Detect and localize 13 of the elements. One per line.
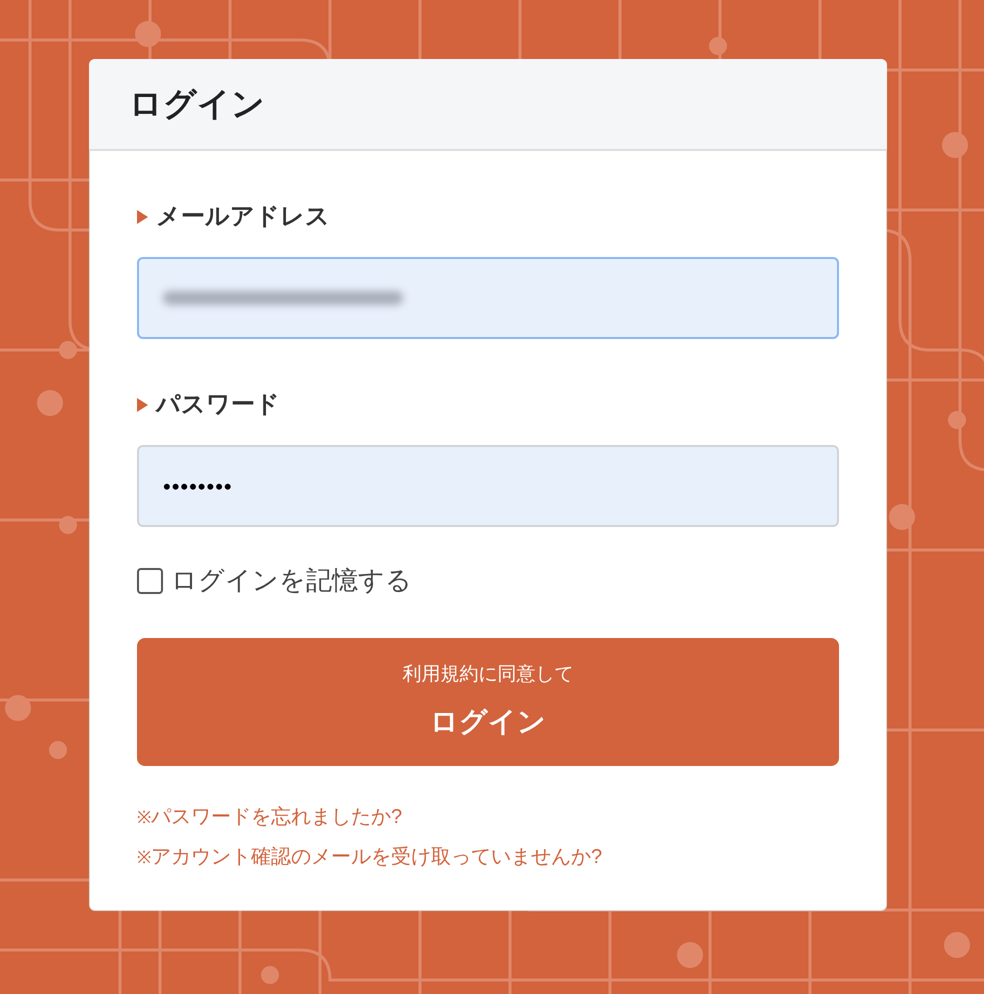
triangle-icon xyxy=(137,398,148,412)
triangle-icon xyxy=(137,210,148,224)
password-field[interactable]: •••••••• xyxy=(137,445,839,527)
field-label: メールアドレス xyxy=(156,202,330,232)
remember-checkbox[interactable] xyxy=(137,568,163,594)
password-value: •••••••• xyxy=(163,472,233,500)
card-title: ログイン xyxy=(129,84,265,124)
field-label: パスワード xyxy=(156,390,280,420)
login-button[interactable]: 利用規約に同意して ログイン xyxy=(137,638,839,766)
help-link[interactable]: ※パスワードを忘れましたか? xyxy=(137,802,839,832)
email-field[interactable] xyxy=(137,257,839,339)
remember-label: ログインを記憶する xyxy=(171,564,412,597)
help-link[interactable]: ※アカウント確認のメールを受け取っていませんか? xyxy=(137,842,839,872)
